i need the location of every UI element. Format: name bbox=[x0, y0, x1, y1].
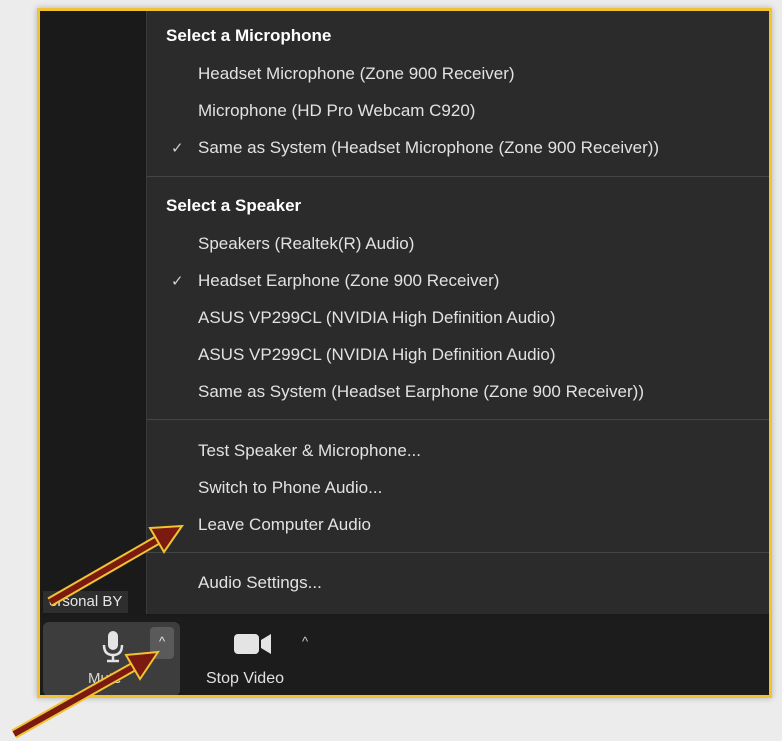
menu-separator bbox=[147, 176, 769, 177]
menu-item-speaker-same-as-system[interactable]: Same as System (Headset Earphone (Zone 9… bbox=[198, 382, 644, 402]
microphone-section-title: Select a Microphone bbox=[166, 26, 332, 45]
audio-dropdown-menu: Select a Microphone Headset Microphone (… bbox=[146, 11, 769, 614]
menu-item-switch-phone-audio[interactable]: Switch to Phone Audio... bbox=[198, 478, 382, 498]
video-options-caret-icon[interactable]: ^ bbox=[302, 634, 308, 649]
menu-item-audio-settings[interactable]: Audio Settings... bbox=[198, 573, 322, 593]
menu-item-speaker-asus-2[interactable]: ASUS VP299CL (NVIDIA High Definition Aud… bbox=[198, 345, 556, 365]
speaker-section-title: Select a Speaker bbox=[166, 196, 302, 215]
menu-item-mic-webcam[interactable]: Microphone (HD Pro Webcam C920) bbox=[198, 101, 475, 121]
audio-options-caret-button[interactable]: ^ bbox=[150, 627, 174, 659]
mute-label[interactable]: Mute bbox=[88, 670, 121, 687]
participant-name-tag: ersonal BY bbox=[43, 591, 129, 613]
menu-item-mic-headset[interactable]: Headset Microphone (Zone 900 Receiver) bbox=[198, 64, 515, 84]
stop-video-label: Stop Video bbox=[206, 670, 284, 687]
checkmark-icon: ✓ bbox=[171, 140, 184, 157]
video-camera-icon bbox=[234, 634, 271, 654]
menu-item-test-speaker-mic[interactable]: Test Speaker & Microphone... bbox=[198, 441, 421, 461]
menu-item-speaker-realtek[interactable]: Speakers (Realtek(R) Audio) bbox=[198, 234, 414, 254]
menu-separator bbox=[147, 419, 769, 420]
mute-button-group: Mute ^ bbox=[43, 622, 180, 695]
menu-item-mic-same-as-system[interactable]: Same as System (Headset Microphone (Zone… bbox=[198, 138, 659, 158]
menu-separator bbox=[147, 552, 769, 553]
menu-item-speaker-headset[interactable]: Headset Earphone (Zone 900 Receiver) bbox=[198, 271, 499, 291]
microphone-icon[interactable] bbox=[101, 630, 125, 664]
meeting-toolbar: Mute ^ ^ Stop Video bbox=[40, 617, 769, 695]
menu-item-speaker-asus-1[interactable]: ASUS VP299CL (NVIDIA High Definition Aud… bbox=[198, 308, 556, 328]
zoom-window-frame: ersonal BY Select a Microphone Headset M… bbox=[37, 8, 772, 698]
stop-video-button[interactable]: ^ Stop Video bbox=[200, 622, 308, 694]
menu-item-leave-computer-audio[interactable]: Leave Computer Audio bbox=[198, 515, 371, 535]
checkmark-icon: ✓ bbox=[171, 273, 184, 290]
